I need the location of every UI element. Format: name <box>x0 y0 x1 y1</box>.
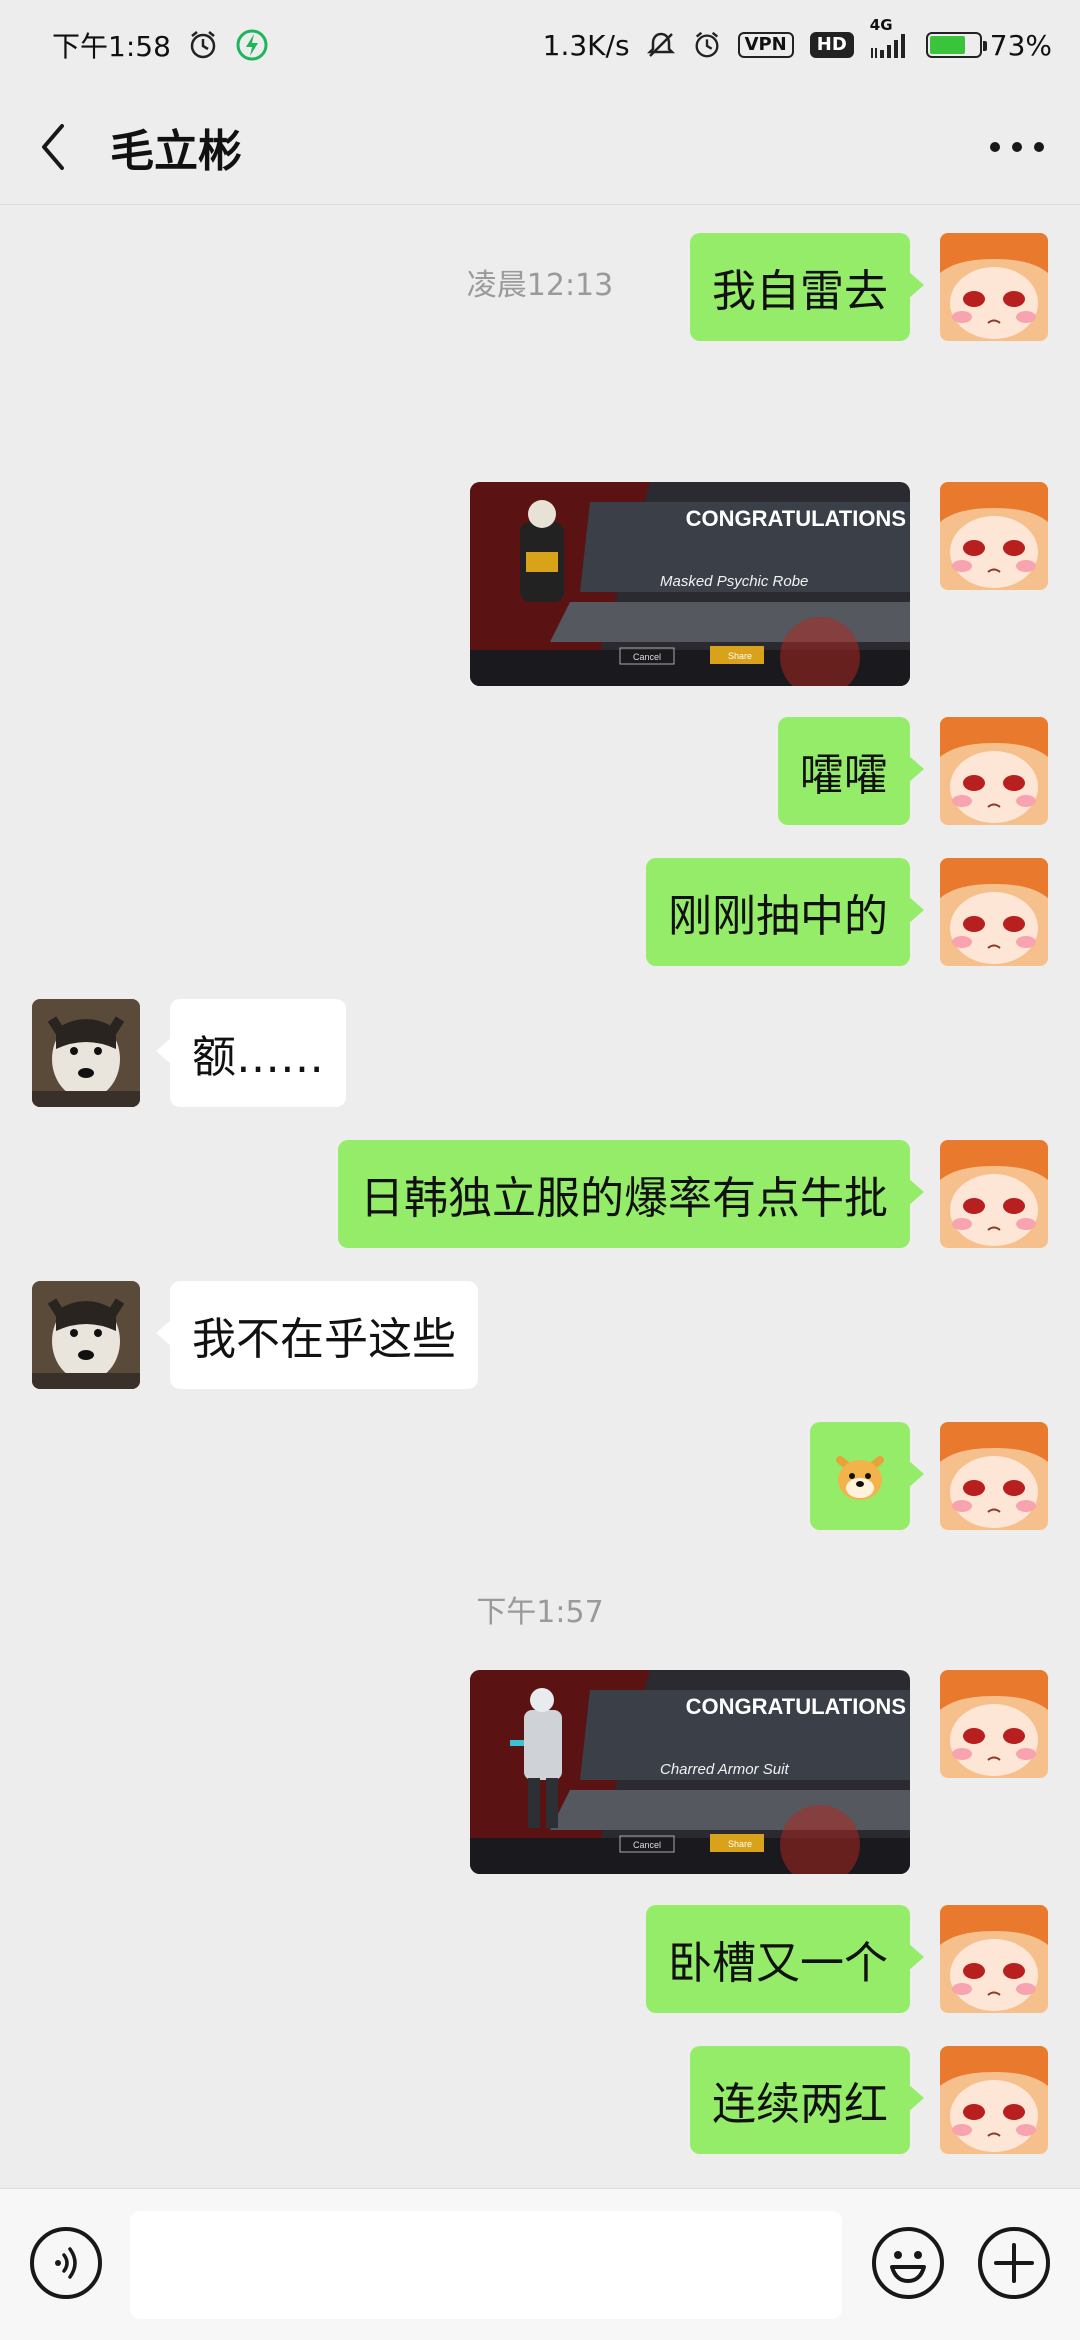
emoji-icon <box>890 2251 926 2283</box>
battery-icon <box>925 32 987 58</box>
self-message-bubble[interactable]: 刚刚抽中的 <box>646 858 924 966</box>
message-row: 我不在乎这些 <box>0 1281 1080 1389</box>
status-time: 下午1:58 <box>52 30 171 63</box>
back-arrow-icon <box>42 124 64 170</box>
image-share-label: Share <box>728 1839 752 1849</box>
doge-emoji-icon <box>836 1456 884 1500</box>
input-bar <box>0 2188 1080 2340</box>
back-button[interactable] <box>28 117 78 177</box>
image-share-label: Share <box>728 651 752 661</box>
alarm-icon-right <box>692 30 722 60</box>
signal-icon: 4G <box>870 16 910 60</box>
self-message-bubble[interactable]: 卧槽又一个 <box>646 1905 924 2013</box>
message-row: CONGRATULATIONS Masked Psychic Robe Canc… <box>0 482 1080 686</box>
self-message-bubble[interactable]: 嚯嚯 <box>778 717 924 825</box>
self-avatar[interactable] <box>940 717 1048 825</box>
message-row: 嚯嚯 <box>0 717 1080 825</box>
voice-icon <box>55 2247 77 2279</box>
vpn-badge: VPN <box>737 32 794 58</box>
emoji-button[interactable] <box>872 2227 944 2299</box>
self-emoji-bubble[interactable] <box>810 1422 924 1530</box>
image-item-name: Masked Psychic Robe <box>660 573 808 590</box>
peer-message-bubble[interactable]: 额…… <box>156 999 346 1107</box>
image-heading: CONGRATULATIONS <box>686 1694 906 1719</box>
plus-icon <box>994 2243 1034 2283</box>
voice-button[interactable] <box>30 2227 102 2299</box>
chat-area[interactable]: 我自雷去 凌晨12:13 CONGRATULATIONS Masked Psyc… <box>0 205 1080 2188</box>
peer-avatar[interactable] <box>32 999 140 1107</box>
self-message-bubble[interactable]: 日韩独立服的爆率有点牛批 <box>338 1140 924 1248</box>
image-item-name: Charred Armor Suit <box>660 1761 789 1778</box>
self-avatar[interactable] <box>940 1905 1048 2013</box>
timestamp-2: 下午1:57 <box>476 1595 604 1630</box>
image-heading: CONGRATULATIONS <box>686 506 906 531</box>
self-avatar[interactable] <box>940 1140 1048 1248</box>
status-left: 下午1:58 <box>52 25 269 65</box>
message-row: CONGRATULATIONS Charred Armor Suit Cance… <box>0 1670 1080 1874</box>
alarm-icon <box>187 29 219 61</box>
hd-badge: HD <box>809 32 854 58</box>
image-message[interactable]: CONGRATULATIONS Masked Psychic Robe Canc… <box>470 482 910 686</box>
plus-button[interactable] <box>978 2227 1050 2299</box>
peer-message-bubble[interactable]: 我不在乎这些 <box>156 1281 478 1389</box>
battery-indicator: 73% <box>925 28 1052 62</box>
chat-header: 毛立彬 <box>0 90 1080 205</box>
net-speed: 1.3K/s <box>542 28 630 62</box>
status-bar: 下午1:58 1.3K/s VPN HD 4G 73% <box>0 0 1080 90</box>
mute-icon <box>646 30 676 60</box>
battery-fill <box>929 36 965 54</box>
self-message-bubble[interactable]: 连续两红 <box>690 2046 924 2154</box>
self-avatar[interactable] <box>940 2046 1048 2154</box>
image-message[interactable]: CONGRATULATIONS Charred Armor Suit Cance… <box>470 1670 910 1874</box>
image-cancel-label: Cancel <box>633 1840 661 1850</box>
self-avatar[interactable] <box>940 858 1048 966</box>
charging-icon <box>235 28 269 62</box>
message-row: 卧槽又一个 <box>0 1905 1080 2013</box>
battery-percent: 73% <box>989 28 1052 62</box>
message-row <box>0 1422 1080 1530</box>
self-avatar[interactable] <box>940 482 1048 590</box>
more-button[interactable] <box>982 117 1052 177</box>
self-avatar[interactable] <box>940 1670 1048 1778</box>
image-cancel-label: Cancel <box>633 652 661 662</box>
message-row: 刚刚抽中的 <box>0 858 1080 966</box>
chat-title: 毛立彬 <box>110 126 242 177</box>
message-row: 连续两红 <box>0 2046 1080 2154</box>
status-right: 1.3K/s VPN HD 4G 73% <box>542 16 1052 62</box>
more-icon <box>990 142 1044 152</box>
message-row: 日韩独立服的爆率有点牛批 <box>0 1140 1080 1248</box>
peer-avatar[interactable] <box>32 1281 140 1389</box>
message-row: 额…… <box>0 999 1080 1107</box>
message-input[interactable] <box>130 2211 842 2319</box>
self-avatar[interactable] <box>940 1422 1048 1530</box>
network-type: 4G <box>869 16 893 34</box>
timestamp-1: 凌晨12:13 <box>466 268 614 303</box>
